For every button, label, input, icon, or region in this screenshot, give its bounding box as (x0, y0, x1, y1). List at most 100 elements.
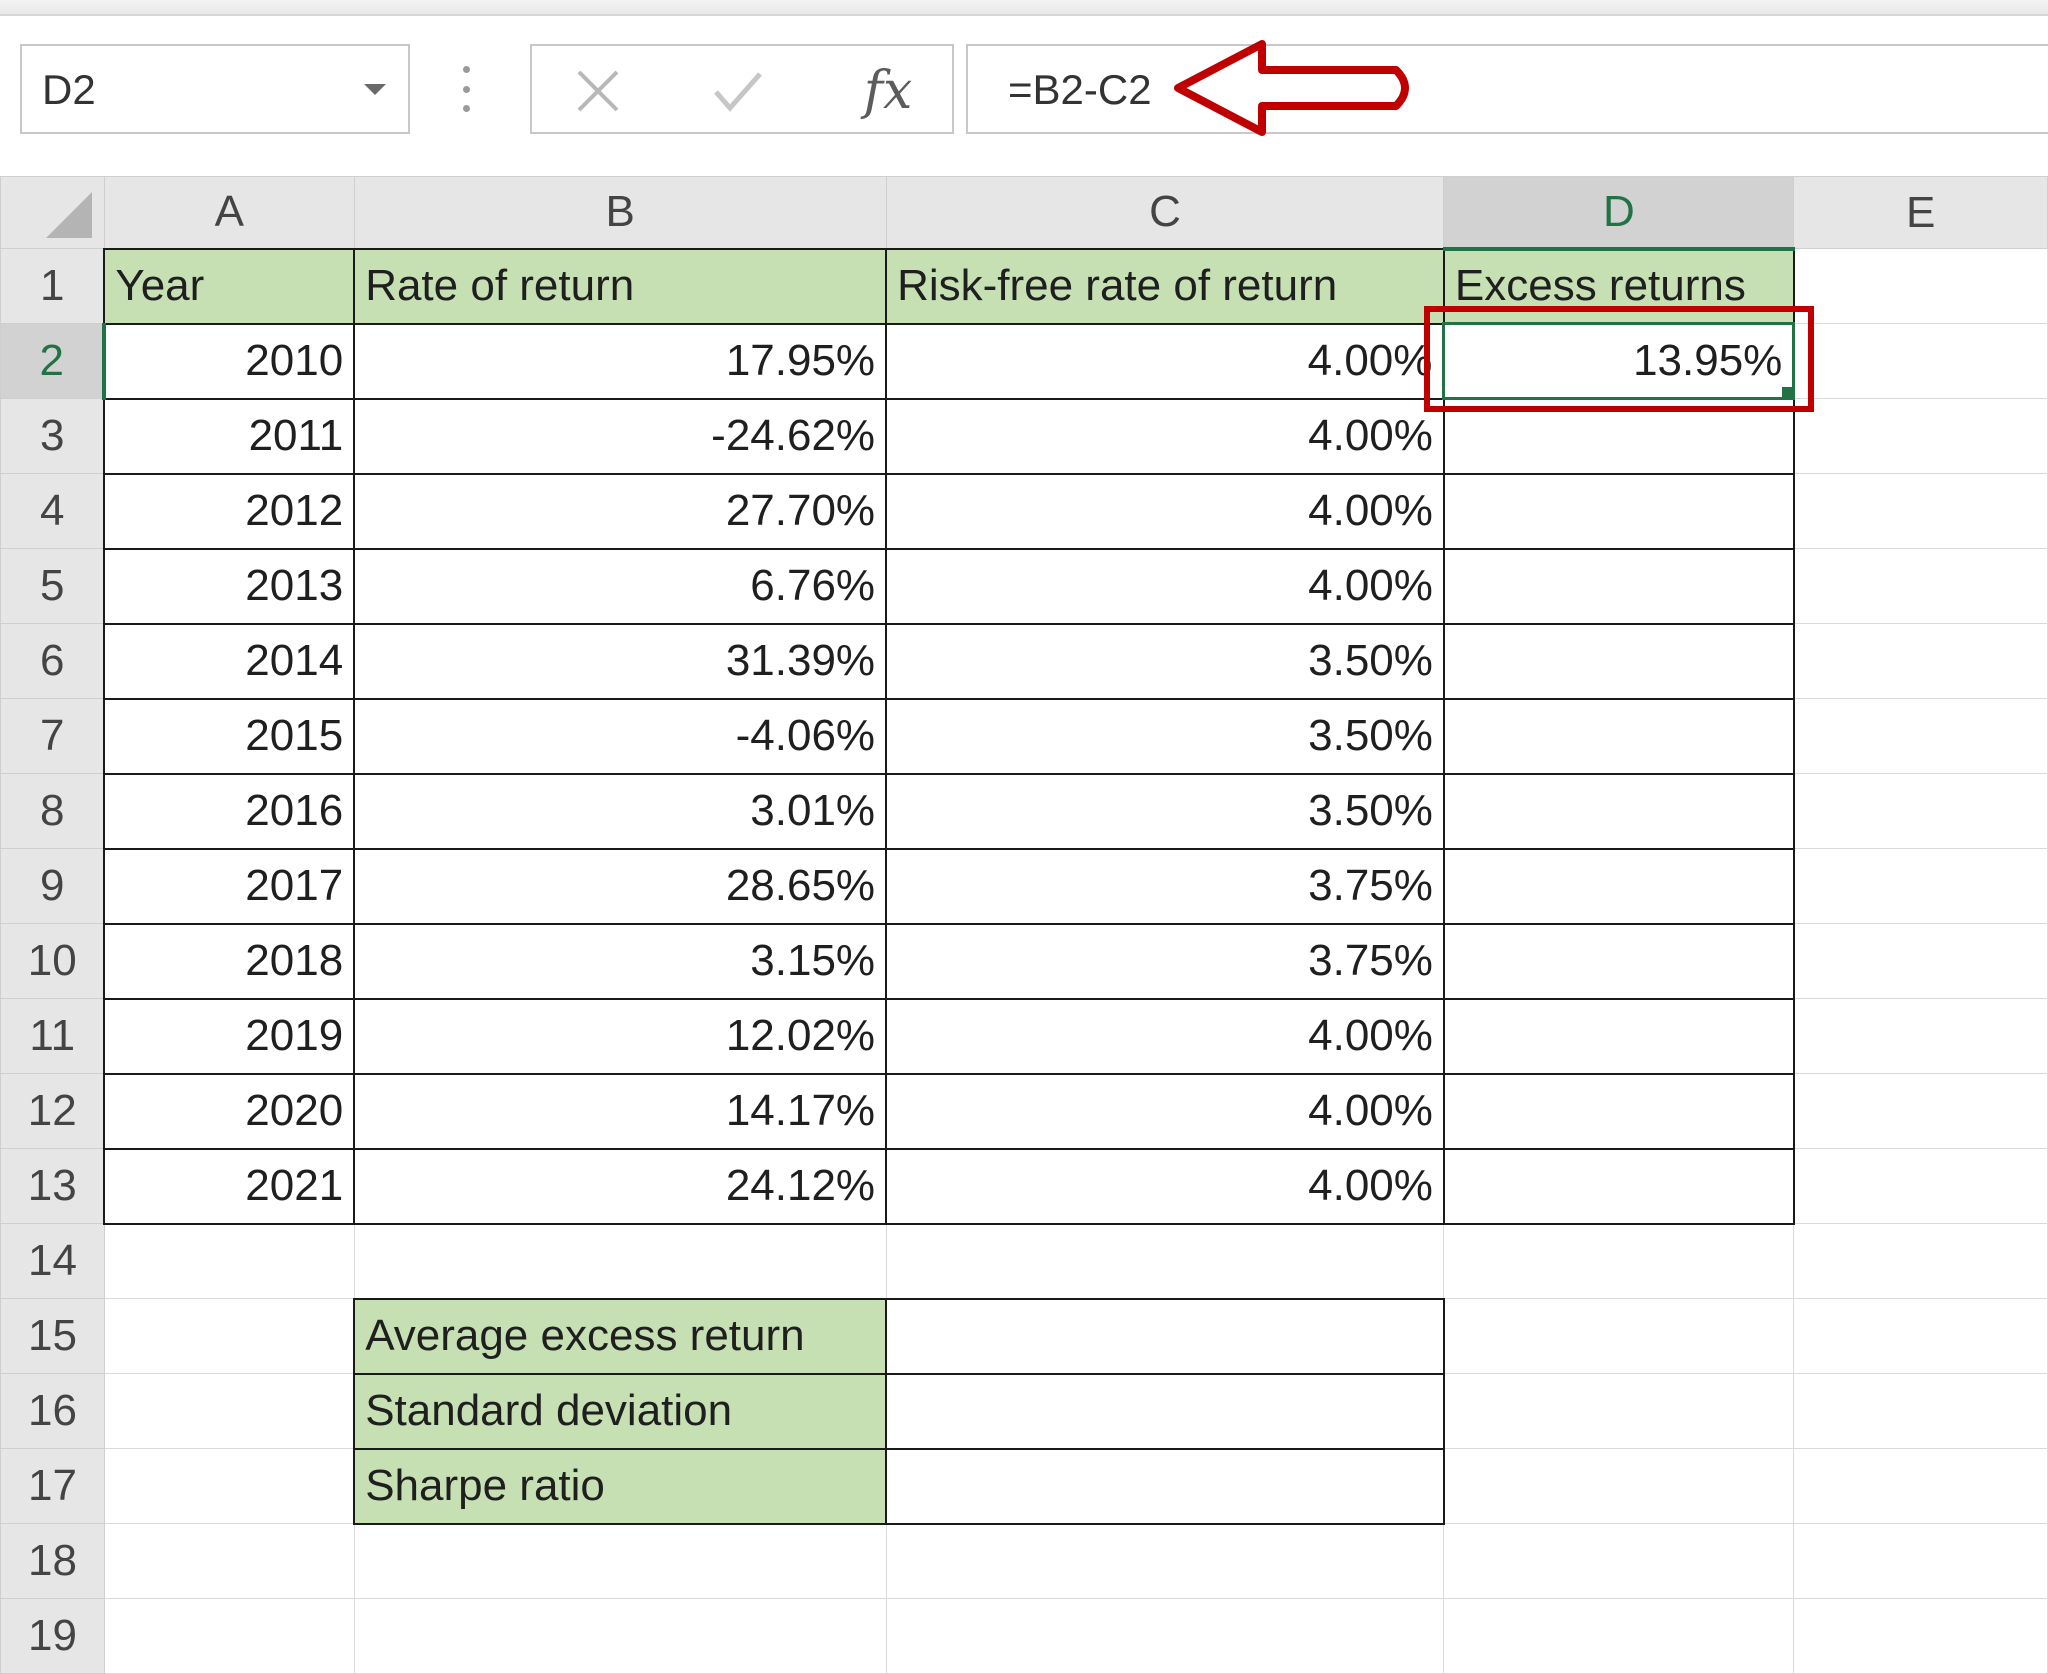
rate-cell[interactable]: -4.06% (353, 697, 888, 775)
year-cell[interactable]: 2017 (103, 847, 356, 925)
risk-free-cell[interactable]: 4.00% (885, 397, 1445, 475)
header-excess-returns[interactable]: Excess returns (1442, 247, 1795, 325)
excess-cell[interactable] (1442, 772, 1795, 850)
cell-e14[interactable] (1793, 1223, 2048, 1299)
cell-a17[interactable] (103, 1448, 355, 1524)
excess-cell[interactable] (1442, 622, 1795, 700)
cell-d16[interactable] (1443, 1373, 1795, 1449)
cell-a18[interactable] (103, 1523, 355, 1599)
cell-e[interactable] (1793, 398, 2048, 474)
year-cell[interactable]: 2018 (103, 922, 356, 1000)
excess-cell[interactable] (1442, 472, 1795, 550)
rate-cell[interactable]: 3.01% (353, 772, 888, 850)
cell-e17[interactable] (1793, 1448, 2048, 1524)
cell-a16[interactable] (103, 1373, 355, 1449)
row-header[interactable]: 18 (0, 1523, 105, 1599)
rate-cell[interactable]: 27.70% (353, 472, 888, 550)
column-header-d[interactable]: D (1443, 176, 1795, 251)
year-cell[interactable]: 2015 (103, 697, 356, 775)
header-rate-of-return[interactable]: Rate of return (353, 247, 888, 325)
summary-value[interactable] (885, 1372, 1445, 1450)
summary-label[interactable]: Sharpe ratio (353, 1447, 888, 1525)
summary-value[interactable] (885, 1447, 1445, 1525)
cell-e[interactable] (1793, 1148, 2048, 1224)
risk-free-cell[interactable]: 3.75% (885, 922, 1445, 1000)
rate-cell[interactable]: 28.65% (353, 847, 888, 925)
cell-e[interactable] (1793, 473, 2048, 549)
cell-e16[interactable] (1793, 1373, 2048, 1449)
excess-cell[interactable] (1442, 697, 1795, 775)
cell-e[interactable] (1793, 923, 2048, 999)
year-cell[interactable]: 2010 (103, 322, 356, 400)
row-header[interactable]: 6 (0, 623, 105, 699)
cell-d17[interactable] (1443, 1448, 1795, 1524)
cell-e[interactable] (1793, 848, 2048, 924)
function-icon[interactable]: fx (848, 61, 928, 121)
risk-free-cell[interactable]: 4.00% (885, 997, 1445, 1075)
row-header[interactable]: 1 (0, 248, 105, 324)
row-header[interactable]: 2 (0, 323, 107, 399)
row-header[interactable]: 14 (0, 1223, 105, 1299)
select-all-corner[interactable] (0, 176, 105, 249)
row-header[interactable]: 15 (0, 1298, 105, 1374)
cell-b18[interactable] (353, 1523, 887, 1599)
row-header[interactable]: 3 (0, 398, 105, 474)
row-header[interactable]: 7 (0, 698, 105, 774)
rate-cell[interactable]: 31.39% (353, 622, 888, 700)
excess-cell[interactable] (1442, 997, 1795, 1075)
risk-free-cell[interactable]: 4.00% (885, 1072, 1445, 1150)
name-box[interactable]: D2 (20, 44, 410, 134)
row-header[interactable]: 4 (0, 473, 105, 549)
row-header[interactable]: 9 (0, 848, 105, 924)
excess-cell[interactable] (1442, 397, 1795, 475)
excess-cell[interactable] (1442, 547, 1795, 625)
rate-cell[interactable]: 24.12% (353, 1147, 888, 1225)
rate-cell[interactable]: 6.76% (353, 547, 888, 625)
fill-handle[interactable] (1780, 385, 1791, 396)
risk-free-cell[interactable]: 4.00% (885, 547, 1445, 625)
cell-d14[interactable] (1443, 1223, 1795, 1299)
cell-b19[interactable] (353, 1598, 887, 1674)
year-cell[interactable]: 2012 (103, 472, 356, 550)
header-risk-free-rate[interactable]: Risk-free rate of return (885, 247, 1445, 325)
year-cell[interactable]: 2020 (103, 1072, 356, 1150)
row-header[interactable]: 13 (0, 1148, 105, 1224)
year-cell[interactable]: 2019 (103, 997, 356, 1075)
risk-free-cell[interactable]: 4.00% (885, 1147, 1445, 1225)
cell-e1[interactable] (1793, 248, 2048, 324)
year-cell[interactable]: 2014 (103, 622, 356, 700)
excess-cell[interactable] (1442, 922, 1795, 1000)
column-header-a[interactable]: A (103, 176, 355, 249)
check-icon[interactable] (708, 64, 768, 118)
rate-cell[interactable]: 17.95% (353, 322, 888, 400)
cell-d18[interactable] (1443, 1523, 1795, 1599)
cell-e[interactable] (1793, 623, 2048, 699)
risk-free-cell[interactable]: 3.50% (885, 622, 1445, 700)
column-header-c[interactable]: C (885, 176, 1445, 249)
risk-free-cell[interactable]: 4.00% (885, 472, 1445, 550)
year-cell[interactable]: 2016 (103, 772, 356, 850)
excess-cell[interactable] (1442, 1072, 1795, 1150)
risk-free-cell[interactable]: 3.50% (885, 772, 1445, 850)
cell-d15[interactable] (1443, 1298, 1795, 1374)
column-header-b[interactable]: B (353, 176, 887, 249)
cell-e[interactable] (1793, 998, 2048, 1074)
excess-cell[interactable] (1442, 1147, 1795, 1225)
more-vertical-icon[interactable] (462, 66, 470, 112)
row-header[interactable]: 12 (0, 1073, 105, 1149)
cell-e[interactable] (1793, 548, 2048, 624)
rate-cell[interactable]: -24.62% (353, 397, 888, 475)
year-cell[interactable]: 2013 (103, 547, 356, 625)
cancel-x-icon[interactable] (568, 64, 628, 118)
row-header[interactable]: 11 (0, 998, 105, 1074)
excess-cell-selected[interactable]: 13.95% (1442, 322, 1796, 400)
rate-cell[interactable]: 14.17% (353, 1072, 888, 1150)
cell-d19[interactable] (1443, 1598, 1795, 1674)
cell-c14[interactable] (885, 1223, 1445, 1299)
cell-e[interactable] (1793, 773, 2048, 849)
risk-free-cell[interactable]: 4.00% (885, 322, 1445, 400)
cell-e[interactable] (1793, 698, 2048, 774)
column-header-e[interactable]: E (1793, 176, 2048, 249)
row-header[interactable]: 10 (0, 923, 105, 999)
cell-a15[interactable] (103, 1298, 355, 1374)
